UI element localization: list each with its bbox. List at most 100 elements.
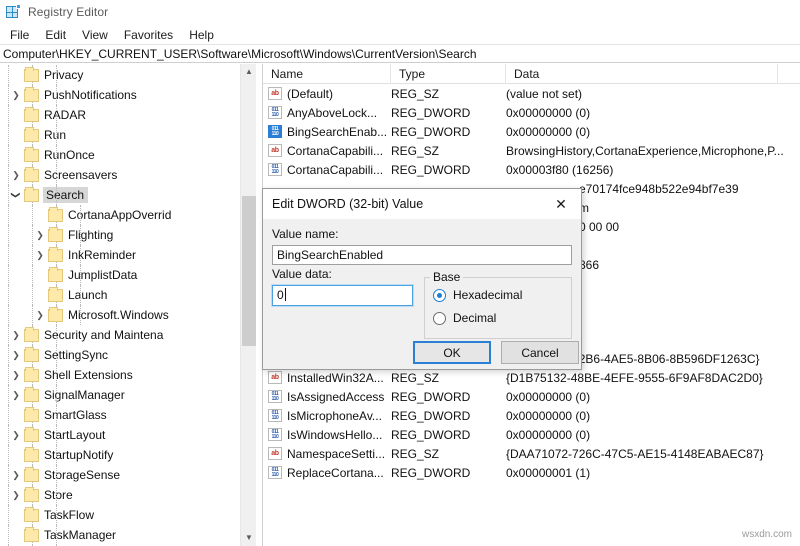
value-data-input[interactable]: 0 bbox=[271, 284, 414, 307]
chevron-right-icon[interactable]: ❯ bbox=[8, 425, 24, 445]
tree-item-flighting[interactable]: ❯ Flighting bbox=[0, 225, 240, 245]
tree-item-startlayout[interactable]: ❯ StartLayout bbox=[0, 425, 240, 445]
tree-item-jumplistdata[interactable]: JumplistData bbox=[0, 265, 240, 285]
cancel-button[interactable]: Cancel bbox=[501, 341, 579, 364]
chevron-right-icon[interactable]: ❯ bbox=[8, 365, 24, 385]
tree-item-signalmanager[interactable]: ❯ SignalManager bbox=[0, 385, 240, 405]
tree-arrow-placeholder bbox=[8, 525, 24, 545]
menu-file[interactable]: File bbox=[3, 27, 36, 43]
value-row[interactable]: IsAssignedAccess REG_DWORD 0x00000000 (0) bbox=[263, 387, 800, 406]
chevron-right-icon[interactable]: ❯ bbox=[8, 85, 24, 105]
tree-item-launch[interactable]: Launch bbox=[0, 285, 240, 305]
value-row[interactable]: BingSearchEnab...REG_DWORD 0x00000000 (0) bbox=[263, 122, 800, 141]
values-header-row: Name Type Data bbox=[263, 64, 800, 84]
chevron-right-icon[interactable]: ❯ bbox=[32, 305, 48, 325]
value-type: REG_DWORD bbox=[391, 124, 471, 139]
folder-icon bbox=[24, 166, 39, 182]
radio-hexadecimal[interactable]: Hexadecimal bbox=[433, 288, 522, 302]
tree-item-screensavers[interactable]: ❯ Screensavers bbox=[0, 165, 240, 185]
tree-item-radar[interactable]: RADAR bbox=[0, 105, 240, 125]
icon-underline bbox=[269, 401, 281, 402]
chevron-down-icon[interactable]: ▼ bbox=[241, 530, 256, 546]
tree-guide-line bbox=[56, 105, 57, 125]
tree-arrow-placeholder bbox=[32, 265, 48, 285]
ok-button[interactable]: OK bbox=[413, 341, 491, 364]
menu-favorites[interactable]: Favorites bbox=[117, 27, 180, 43]
tree-item-search[interactable]: ❯ Search bbox=[0, 185, 240, 205]
radio-decimal[interactable]: Decimal bbox=[433, 311, 496, 325]
tree-arrow-placeholder bbox=[32, 285, 48, 305]
column-header-data[interactable]: Data bbox=[506, 64, 778, 84]
tree-item-pushnotifications[interactable]: ❯ PushNotifications bbox=[0, 85, 240, 105]
menu-view[interactable]: View bbox=[75, 27, 115, 43]
tree-item-privacy[interactable]: Privacy bbox=[0, 65, 240, 85]
value-row[interactable]: ReplaceCortana... REG_DWORD 0x00000001 (1) bbox=[263, 463, 800, 482]
chevron-right-icon[interactable]: ❯ bbox=[8, 485, 24, 505]
chevron-right-icon[interactable]: ❯ bbox=[8, 345, 24, 365]
column-header-name[interactable]: Name bbox=[263, 64, 391, 84]
tree-item-run[interactable]: Run bbox=[0, 125, 240, 145]
tree-scroll-thumb[interactable] bbox=[242, 196, 256, 346]
value-row[interactable]: (Default) REG_SZ (value not set) bbox=[263, 84, 800, 103]
tree-item-inkreminder[interactable]: ❯ InkReminder bbox=[0, 245, 240, 265]
menu-bar: File Edit View Favorites Help bbox=[0, 25, 800, 44]
icon-underline bbox=[269, 439, 281, 440]
value-row[interactable]: CortanaCapabili... REG_DWORD 0x00003f80 (1… bbox=[263, 160, 800, 179]
tree-item-microsoft-windows[interactable]: ❯ Microsoft.Windows bbox=[0, 305, 240, 325]
tree-scrollbar[interactable]: ▲ ▼ bbox=[240, 64, 256, 546]
tree-item-startupnotify[interactable]: StartupNotify bbox=[0, 445, 240, 465]
icon-underline bbox=[269, 98, 281, 99]
tree-item-shell-extensions[interactable]: ❯ Shell Extensions bbox=[0, 365, 240, 385]
tree-item-taskflow[interactable]: TaskFlow bbox=[0, 505, 240, 525]
tree-item-cortanaappoverrid[interactable]: CortanaAppOverrid bbox=[0, 205, 240, 225]
value-data-label: Value data: bbox=[272, 267, 332, 281]
tree-item-smartglass[interactable]: SmartGlass bbox=[0, 405, 240, 425]
close-icon[interactable]: ✕ bbox=[541, 190, 581, 219]
menu-edit[interactable]: Edit bbox=[38, 27, 73, 43]
tree-item-label: SmartGlass bbox=[44, 408, 107, 422]
tree-guide-line bbox=[8, 405, 9, 425]
base-group-label: Base bbox=[430, 270, 464, 284]
chevron-right-icon[interactable]: ❯ bbox=[32, 225, 48, 245]
menu-help[interactable]: Help bbox=[182, 27, 221, 43]
tree-item-settingsync[interactable]: ❯ SettingSync bbox=[0, 345, 240, 365]
chevron-right-icon[interactable]: ❯ bbox=[8, 385, 24, 405]
tree-guide-line bbox=[8, 525, 9, 545]
column-header-type[interactable]: Type bbox=[391, 64, 506, 84]
tree-item-label: Flighting bbox=[68, 228, 114, 242]
value-name-input[interactable]: BingSearchEnabled bbox=[272, 245, 572, 265]
tree-item-label: Microsoft.Windows bbox=[68, 308, 169, 322]
tree-guide-line bbox=[80, 245, 81, 265]
tree-guide-line bbox=[32, 265, 33, 285]
tree-item-runonce[interactable]: RunOnce bbox=[0, 145, 240, 165]
tree-item-security-and-maintena[interactable]: ❯ Security and Maintena bbox=[0, 325, 240, 345]
value-row[interactable]: CortanaCapabili... REG_SZ BrowsingHistory,… bbox=[263, 141, 800, 160]
tree-item-store[interactable]: ❯ Store bbox=[0, 485, 240, 505]
value-icon-cell bbox=[263, 144, 287, 157]
chevron-right-icon[interactable]: ❯ bbox=[8, 165, 24, 185]
chevron-right-icon[interactable]: ❯ bbox=[32, 245, 48, 265]
tree-item-taskmanager[interactable]: TaskManager bbox=[0, 525, 240, 545]
chevron-right-icon[interactable]: ❯ bbox=[8, 325, 24, 345]
radio-hexadecimal-indicator bbox=[433, 288, 446, 302]
value-row[interactable]: IsWindowsHello... REG_DWORD 0x00000000 (0) bbox=[263, 425, 800, 444]
value-row[interactable]: AnyAboveLock... REG_DWORD 0x00000000 (0) bbox=[263, 103, 800, 122]
chevron-right-icon[interactable]: ❯ bbox=[8, 465, 24, 485]
tree-item-label: StartLayout bbox=[44, 428, 106, 442]
value-row[interactable]: IsMicrophoneAv... REG_DWORD 0x00000000 (0) bbox=[263, 406, 800, 425]
tree-item-label: StartupNotify bbox=[44, 448, 114, 462]
icon-underline bbox=[269, 174, 281, 175]
tree-item-storagesense[interactable]: ❯ StorageSense bbox=[0, 465, 240, 485]
chevron-down-icon[interactable]: ❯ bbox=[6, 187, 26, 203]
value-row[interactable]: InstalledWin32A... REG_SZ {D1B75132-48BE-4… bbox=[263, 368, 800, 387]
value-row[interactable]: NamespaceSetti... REG_SZ {DAA71072-726C-47… bbox=[263, 444, 800, 463]
tree-arrow-placeholder bbox=[8, 445, 24, 465]
chevron-up-icon[interactable]: ▲ bbox=[241, 64, 256, 80]
address-bar[interactable]: Computer\HKEY_CURRENT_USER\Software\Micr… bbox=[0, 44, 800, 63]
